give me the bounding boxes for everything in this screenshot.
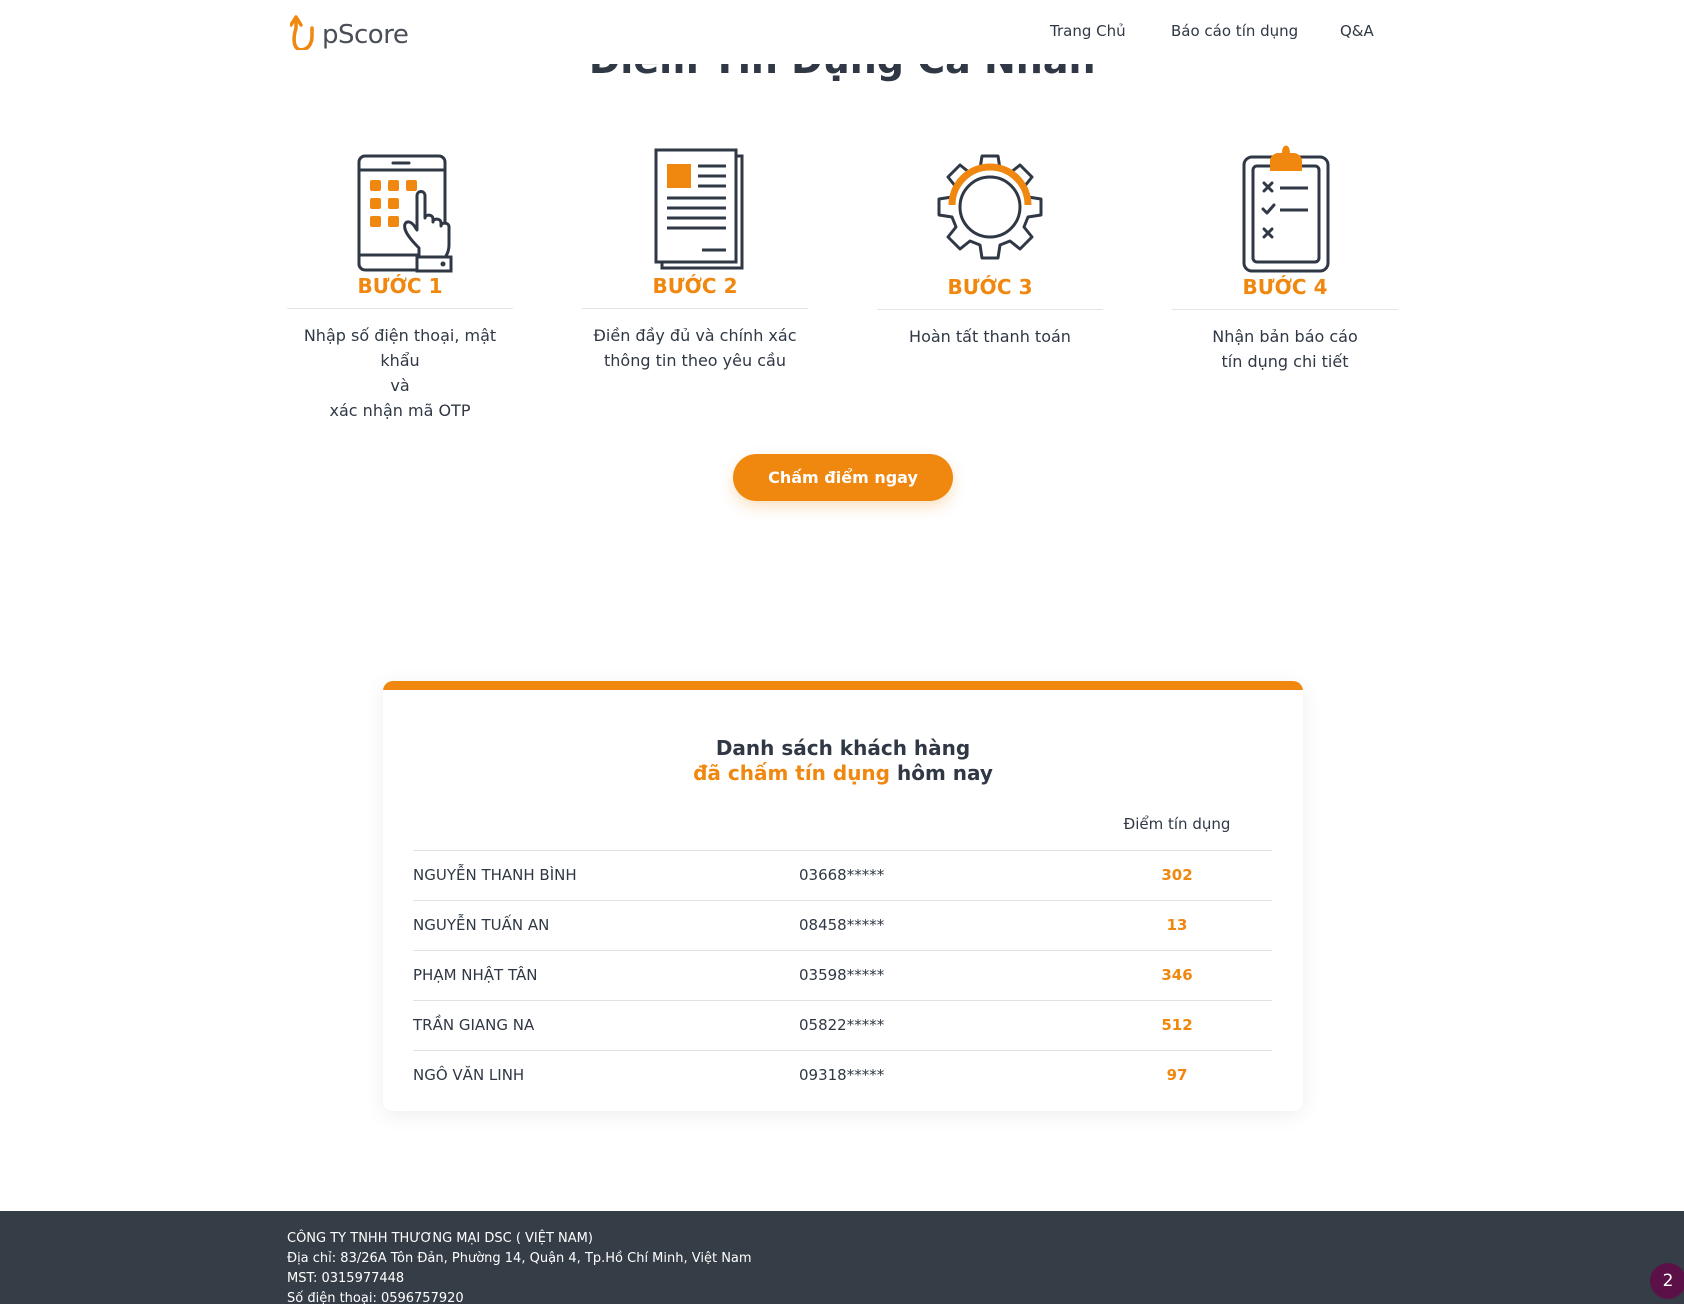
customer-score: 13 — [1166, 916, 1188, 934]
customer-phone: 08458***** — [799, 916, 885, 934]
table-row: NGÔ VĂN LINH 09318***** 97 — [413, 1051, 1272, 1101]
footer-company: CÔNG TY TNHH THƯƠNG MẠI DSC ( VIỆT NAM) — [287, 1231, 593, 1246]
customer-list-title-line-2: đã chấm tín dụng hôm nay — [383, 761, 1303, 786]
customer-score: 512 — [1161, 1016, 1193, 1034]
customer-list-title-line-1: Danh sách khách hàng — [715, 736, 971, 760]
step-1-line-2: và — [390, 376, 410, 395]
customer-name: NGUYỄN TUẤN AN — [413, 916, 550, 934]
nav-bao-cao-tin-dung[interactable]: Báo cáo tín dụng — [1171, 22, 1298, 40]
site-header: pScore Trang Chủ Báo cáo tín dụng Q&A — [0, 0, 1684, 64]
customer-list-title: Danh sách khách hàng đã chấm tín dụng hô… — [383, 736, 1303, 786]
table-row: NGUYỄN TUẤN AN 08458***** 13 — [413, 901, 1272, 951]
customer-score: 302 — [1161, 866, 1193, 884]
customer-table: Điểm tín dụng NGUYỄN THANH BÌNH 03668***… — [413, 801, 1272, 1101]
step-2: BƯỚC 2 Điền đầy đủ và chính xác thông ti… — [582, 140, 808, 373]
footer-tax: MST: 0315977448 — [287, 1271, 405, 1286]
customer-name: NGÔ VĂN LINH — [413, 1066, 525, 1084]
step-4: BƯỚC 4 Nhận bản báo cáo tín dụng chi tiế… — [1172, 141, 1398, 374]
logo[interactable]: pScore — [290, 14, 409, 50]
step-4-title: BƯỚC 4 — [1242, 275, 1328, 299]
customer-list-title-rest: hôm nay — [890, 761, 993, 785]
customer-score: 97 — [1166, 1066, 1188, 1084]
step-4-line-2: tín dụng chi tiết — [1221, 352, 1349, 371]
logo-text: pScore — [322, 20, 409, 50]
nav-trang-chu[interactable]: Trang Chủ — [1050, 22, 1126, 40]
step-1-line-1: Nhập số điện thoại, mật khẩu — [303, 326, 497, 370]
card-accent-bar — [383, 681, 1303, 690]
step-divider — [287, 308, 513, 309]
chat-badge[interactable]: 2 — [1650, 1263, 1684, 1299]
customer-phone: 03598***** — [799, 966, 885, 984]
table-header: Điểm tín dụng — [413, 801, 1272, 851]
customer-name: TRẦN GIANG NA — [413, 1016, 535, 1034]
footer-company-info: CÔNG TY TNHH THƯƠNG MẠI DSC ( VIỆT NAM) … — [287, 1229, 752, 1304]
step-3-line-1: Hoàn tất thanh toán — [909, 327, 1071, 346]
score-column-header: Điểm tín dụng — [1123, 815, 1231, 833]
step-2-line-1: Điền đầy đủ và chính xác — [593, 326, 797, 345]
step-2-text: Điền đầy đủ và chính xác thông tin theo … — [582, 323, 808, 373]
document-icon — [654, 148, 744, 270]
score-now-button[interactable]: Chấm điểm ngay — [733, 454, 953, 501]
customer-phone: 03668***** — [799, 866, 885, 884]
step-divider — [1172, 309, 1398, 310]
customer-name: NGUYỄN THANH BÌNH — [413, 866, 577, 884]
step-3-text: Hoàn tất thanh toán — [877, 324, 1103, 349]
customer-score: 346 — [1161, 966, 1193, 984]
customer-list-card: Danh sách khách hàng đã chấm tín dụng hô… — [383, 681, 1303, 1111]
step-1-line-3: xác nhận mã OTP — [329, 401, 471, 420]
step-1: BƯỚC 1 Nhập số điện thoại, mật khẩu và x… — [287, 140, 513, 423]
step-2-title: BƯỚC 2 — [652, 274, 738, 298]
step-1-text: Nhập số điện thoại, mật khẩu và xác nhận… — [287, 323, 513, 423]
table-row: PHẠM NHẬT TÂN 03598***** 346 — [413, 951, 1272, 1001]
footer-address: Địa chỉ: 83/26A Tôn Đản, Phường 14, Quận… — [287, 1251, 752, 1266]
nav-qa[interactable]: Q&A — [1340, 22, 1374, 40]
customer-phone: 09318***** — [799, 1066, 885, 1084]
customer-phone: 05822***** — [799, 1016, 885, 1034]
customer-list-title-highlight: đã chấm tín dụng — [693, 761, 890, 785]
step-3-title: BƯỚC 3 — [947, 275, 1033, 299]
step-divider — [582, 308, 808, 309]
table-row: TRẦN GIANG NA 05822***** 512 — [413, 1001, 1272, 1051]
step-4-line-1: Nhận bản báo cáo — [1212, 327, 1358, 346]
table-row: NGUYỄN THANH BÌNH 03668***** 302 — [413, 851, 1272, 901]
gear-icon — [937, 154, 1043, 260]
step-3: BƯỚC 3 Hoàn tất thanh toán — [877, 141, 1103, 349]
step-4-text: Nhận bản báo cáo tín dụng chi tiết — [1172, 324, 1398, 374]
site-footer: CÔNG TY TNHH THƯƠNG MẠI DSC ( VIỆT NAM) … — [0, 1211, 1684, 1304]
step-1-title: BƯỚC 1 — [357, 274, 443, 298]
clipboard-checklist-icon — [1242, 145, 1330, 273]
footer-phone: Số điện thoại: 0596757920 — [287, 1291, 464, 1304]
tablet-touch-icon — [357, 154, 453, 273]
logo-arrow-icon — [290, 15, 314, 50]
step-divider — [877, 309, 1103, 310]
customer-name: PHẠM NHẬT TÂN — [413, 966, 538, 984]
step-2-line-2: thông tin theo yêu cầu — [604, 351, 786, 370]
